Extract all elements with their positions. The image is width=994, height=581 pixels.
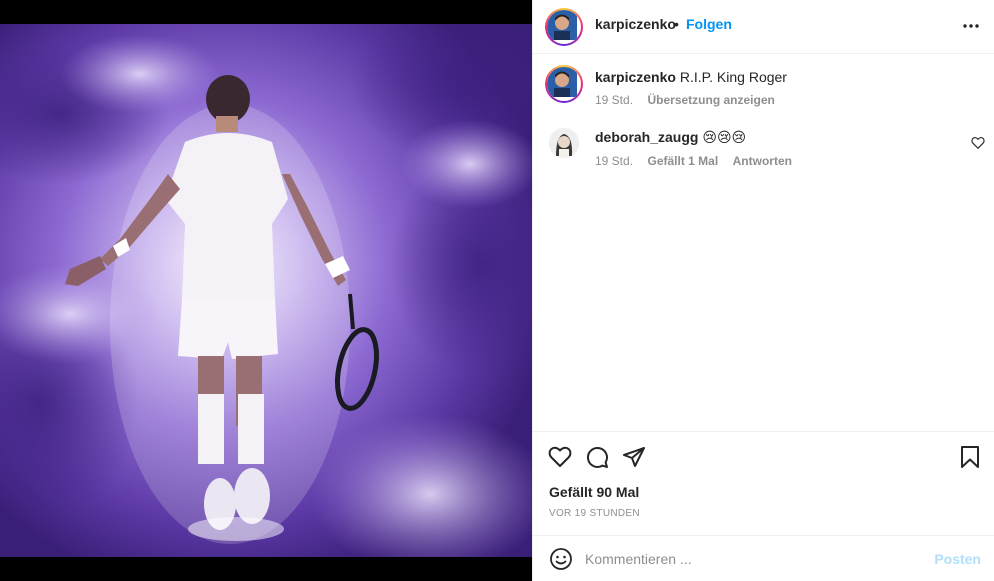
author-avatar[interactable] bbox=[545, 8, 583, 46]
translate-button[interactable]: Übersetzung anzeigen bbox=[647, 93, 774, 107]
more-options-button[interactable] bbox=[961, 16, 981, 36]
share-icon bbox=[623, 447, 645, 467]
comment-icon bbox=[586, 446, 608, 468]
follow-button[interactable]: Folgen bbox=[686, 16, 732, 32]
post-side-pane: karpiczenko • Folgen karpiczenko R.I.P. … bbox=[532, 0, 994, 581]
comment-likes[interactable]: Gefällt 1 Mal bbox=[647, 154, 718, 168]
caption-time[interactable]: 19 Std. bbox=[595, 93, 633, 107]
caption-avatar-image bbox=[547, 67, 577, 97]
heart-icon bbox=[971, 137, 985, 150]
comments-section: karpiczenko R.I.P. King Roger 19 Std. Üb… bbox=[533, 55, 994, 430]
likes-count[interactable]: Gefällt 90 Mal bbox=[549, 484, 639, 500]
emoji-button[interactable] bbox=[549, 547, 573, 571]
comment-form: Posten bbox=[533, 535, 994, 581]
header-separator: • bbox=[674, 16, 679, 32]
commenter-avatar-image bbox=[549, 128, 579, 158]
author-username[interactable]: karpiczenko bbox=[595, 16, 676, 32]
comment-time[interactable]: 19 Std. bbox=[595, 154, 633, 168]
author-avatar-image bbox=[547, 10, 577, 40]
like-button[interactable] bbox=[548, 445, 572, 469]
comment-input[interactable] bbox=[585, 548, 915, 570]
bookmark-icon bbox=[961, 446, 979, 468]
post-header: karpiczenko • Folgen bbox=[533, 0, 994, 54]
commenter-username[interactable]: deborah_zaugg bbox=[595, 129, 698, 145]
post-timestamp[interactable]: VOR 19 STUNDEN bbox=[549, 508, 640, 519]
commenter-avatar[interactable] bbox=[549, 128, 579, 158]
more-icon bbox=[963, 24, 979, 28]
heart-icon bbox=[548, 446, 572, 467]
caption-username[interactable]: karpiczenko bbox=[595, 69, 676, 85]
post-comment-button[interactable]: Posten bbox=[934, 551, 981, 567]
post-actions: Gefällt 90 Mal VOR 19 STUNDEN bbox=[533, 431, 994, 535]
save-button[interactable] bbox=[958, 445, 982, 469]
caption-text: R.I.P. King Roger bbox=[679, 69, 787, 85]
comment-like-button[interactable] bbox=[971, 136, 985, 150]
reply-button[interactable]: Antworten bbox=[733, 154, 792, 168]
post-image[interactable] bbox=[0, 24, 532, 557]
emoji-icon bbox=[550, 548, 572, 570]
share-button[interactable] bbox=[622, 445, 646, 469]
post-media-pane bbox=[0, 0, 532, 581]
caption-avatar[interactable] bbox=[545, 65, 583, 103]
comment-text: 😢😢😢 bbox=[702, 129, 747, 145]
comment-button[interactable] bbox=[585, 445, 609, 469]
